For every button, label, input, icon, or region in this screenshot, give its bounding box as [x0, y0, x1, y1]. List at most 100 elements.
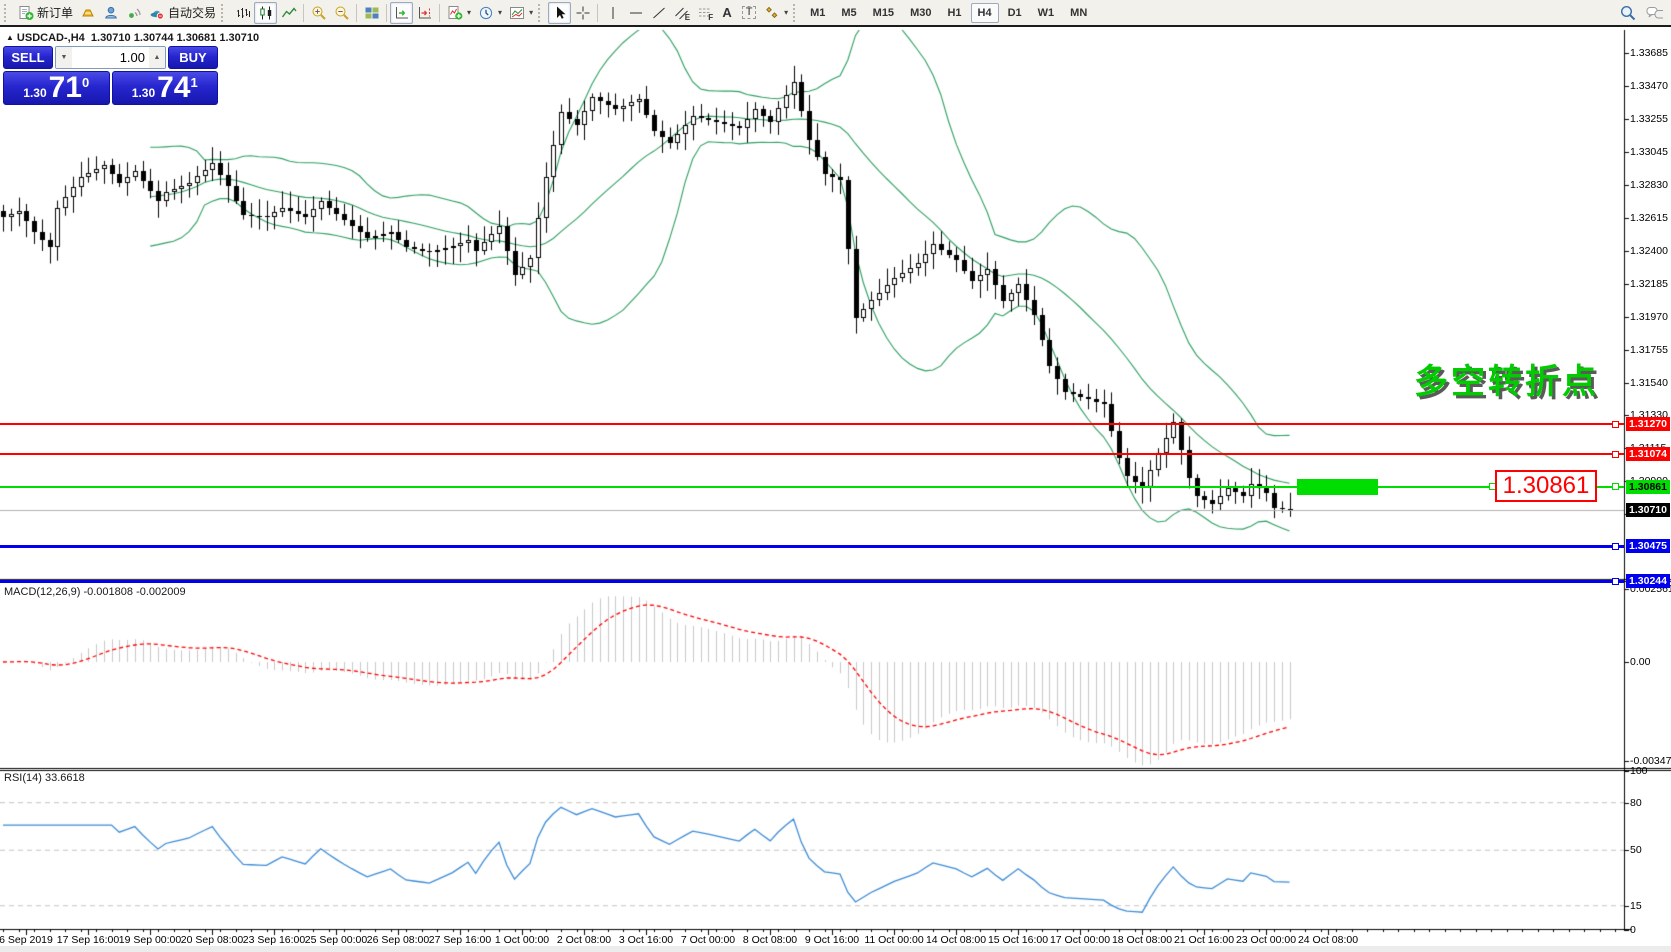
indicators-button[interactable]: ▾ — [443, 2, 474, 24]
periods-clock-icon — [477, 5, 494, 21]
text-tool-icon: A — [722, 6, 731, 19]
date-axis-label: 25 Sep 00:00 — [305, 934, 367, 946]
zoom-in-button[interactable] — [307, 2, 330, 24]
date-axis-label: 9 Oct 16:00 — [805, 934, 859, 946]
rsi-indicator-label: RSI(14) 33.6618 — [4, 772, 85, 784]
volume-decrease-button[interactable]: ▼ — [56, 47, 72, 68]
templates-icon — [508, 5, 525, 21]
trendline-tool-button[interactable] — [647, 2, 670, 24]
price-axis-tick: 1.32615 — [1630, 212, 1668, 224]
volume-input[interactable] — [72, 47, 149, 68]
toolbar: 新订单 自动交易 — [0, 0, 1671, 27]
text-label-tool-button[interactable]: T — [738, 2, 760, 24]
horizontal-line-1.30861[interactable] — [0, 486, 1624, 488]
chat-icon[interactable] — [1646, 5, 1663, 21]
tile-windows-button[interactable] — [360, 2, 383, 24]
line-chart-icon — [280, 5, 297, 21]
timeframe-M1[interactable]: M1 — [803, 3, 832, 23]
chart-shift-icon — [416, 5, 433, 21]
price-axis-tick: 1.31970 — [1630, 311, 1668, 323]
toolbar-drag-handle[interactable] — [538, 4, 544, 22]
date-axis-label: 6 Sep 2019 — [0, 934, 53, 946]
buy-price-display[interactable]: 1.30741 — [112, 71, 219, 105]
timeframe-W1[interactable]: W1 — [1031, 3, 1062, 23]
date-axis-label: 18 Oct 08:00 — [1112, 934, 1172, 946]
trend-turning-point-annotation[interactable]: 多空转折点 — [1414, 354, 1599, 403]
toolbar-separator — [439, 4, 440, 22]
price-line-axis-label: 1.31270 — [1626, 417, 1670, 431]
fibonacci-tool-button[interactable]: F — [693, 2, 716, 24]
crosshair-tool-button[interactable] — [571, 2, 594, 24]
date-axis-label: 15 Oct 16:00 — [988, 934, 1048, 946]
templates-button[interactable]: ▾ — [505, 2, 536, 24]
candlestick-chart-button[interactable] — [254, 2, 277, 24]
timeframe-H1[interactable]: H1 — [940, 3, 968, 23]
date-axis-label: 2 Oct 08:00 — [557, 934, 611, 946]
sell-price-display[interactable]: 1.30710 — [3, 71, 110, 105]
horizontal-line-1.30244[interactable] — [0, 580, 1624, 583]
highlight-zone[interactable] — [1297, 479, 1378, 495]
collapse-marker-icon[interactable]: ▲ — [6, 33, 14, 42]
horizontal-line-1.30475[interactable] — [0, 545, 1624, 548]
community-button[interactable] — [99, 2, 122, 24]
gold-icon — [79, 5, 96, 21]
line-chart-button[interactable] — [277, 2, 300, 24]
line-drag-handle[interactable] — [1612, 421, 1619, 428]
line-drag-handle[interactable] — [1612, 451, 1619, 458]
toolbar-drag-handle[interactable] — [221, 4, 227, 22]
periods-button[interactable]: ▾ — [474, 2, 505, 24]
signals-button[interactable] — [122, 2, 145, 24]
horizontal-line-1.31074[interactable] — [0, 453, 1624, 455]
auto-scroll-button[interactable] — [390, 2, 413, 24]
toolbar-drag-handle[interactable] — [793, 4, 799, 22]
one-click-trading-panel: SELL ▼ ▲ BUY 1.30710 1.30741 — [3, 46, 218, 105]
rsi-axis-tick: 100 — [1630, 765, 1648, 777]
arrows-tool-button[interactable]: ▾ — [760, 2, 791, 24]
text-tool-button[interactable]: A — [716, 2, 738, 24]
timeframe-H4[interactable]: H4 — [971, 3, 999, 23]
search-icon[interactable] — [1619, 5, 1636, 21]
timeframe-MN[interactable]: MN — [1063, 3, 1094, 23]
chart-shift-button[interactable] — [413, 2, 436, 24]
date-axis-label: 21 Oct 16:00 — [1174, 934, 1234, 946]
horizontal-line-1.31270[interactable] — [0, 423, 1624, 425]
bottom-strip — [0, 946, 1671, 952]
price-axis-tick: 1.33045 — [1630, 146, 1668, 158]
line-drag-handle[interactable] — [1612, 578, 1619, 585]
channel-icon: E — [673, 5, 690, 21]
timeframe-D1[interactable]: D1 — [1001, 3, 1029, 23]
date-axis-label: 27 Sep 16:00 — [429, 934, 491, 946]
signals-icon — [125, 5, 142, 21]
autotrading-button[interactable]: 自动交易 — [145, 2, 219, 24]
line-drag-handle[interactable] — [1612, 543, 1619, 550]
toolbar-drag-handle[interactable] — [4, 4, 10, 22]
date-axis-label: 23 Oct 00:00 — [1236, 934, 1296, 946]
price-line-axis-label: 1.30861 — [1626, 480, 1670, 494]
market-watch-button[interactable] — [76, 2, 99, 24]
candlestick-chart-icon — [257, 5, 274, 21]
bar-chart-button[interactable] — [231, 2, 254, 24]
sell-button[interactable]: SELL — [3, 46, 53, 69]
date-axis-label: 24 Oct 08:00 — [1298, 934, 1358, 946]
price-callout-label[interactable]: 1.30861 — [1495, 470, 1597, 502]
timeframe-M30[interactable]: M30 — [903, 3, 938, 23]
price-axis-tick: 1.32830 — [1630, 179, 1668, 191]
line-drag-handle[interactable] — [1612, 483, 1619, 490]
horizontal-line-tool-button[interactable] — [624, 2, 647, 24]
community-icon — [102, 5, 119, 21]
volume-stepper: ▼ ▲ — [55, 46, 166, 69]
equidistant-channel-tool-button[interactable]: E — [670, 2, 693, 24]
date-axis-label: 11 Oct 00:00 — [864, 934, 923, 946]
timeframe-M5[interactable]: M5 — [834, 3, 863, 23]
zoom-out-button[interactable] — [330, 2, 353, 24]
volume-increase-button[interactable]: ▲ — [149, 47, 165, 68]
new-order-button[interactable]: 新订单 — [14, 2, 76, 24]
cursor-tool-button[interactable] — [548, 2, 571, 24]
chevron-down-icon: ▾ — [529, 8, 533, 17]
toolbar-separator — [356, 4, 357, 22]
vertical-line-tool-button[interactable] — [601, 2, 624, 24]
buy-button[interactable]: BUY — [168, 46, 218, 69]
timeframe-M15[interactable]: M15 — [866, 3, 901, 23]
price-line-axis-label: 1.30244 — [1626, 574, 1670, 588]
vertical-line-icon — [604, 5, 621, 21]
